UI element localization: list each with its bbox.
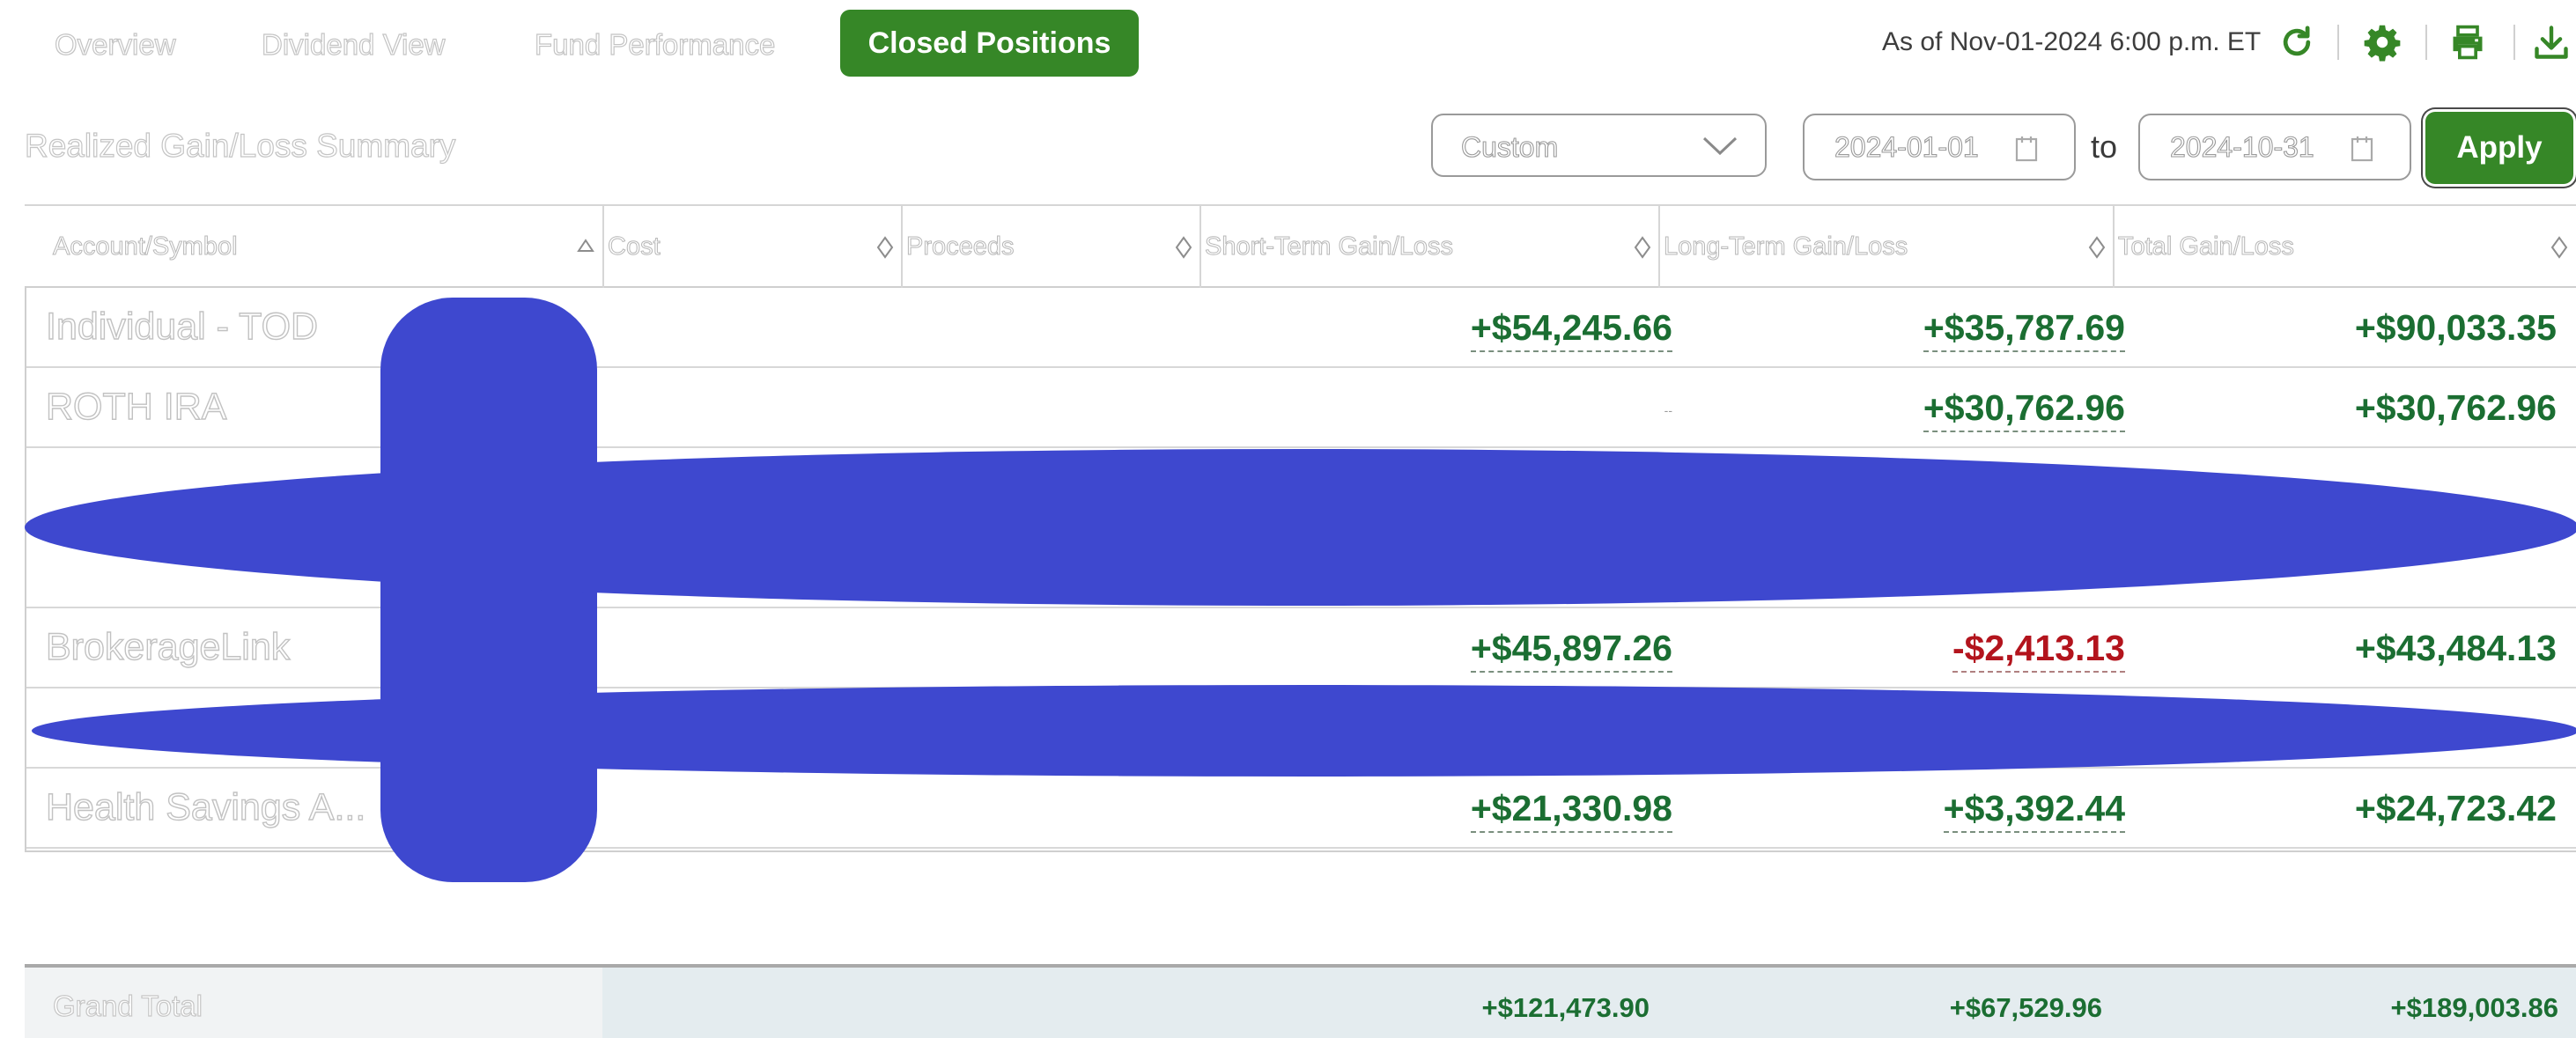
column-header-label: Long-Term Gain/Loss <box>1663 232 1908 261</box>
calendar-icon[interactable] <box>2014 135 2039 163</box>
short-term-value[interactable]: +$54,245.66 <box>1470 307 1672 352</box>
long-term-value[interactable]: +$35,787.69 <box>1923 307 2125 352</box>
long-term-value[interactable]: +$3,392.44 <box>1943 788 2125 833</box>
print-button[interactable] <box>2443 18 2492 67</box>
redaction-mark <box>25 449 2576 606</box>
short-term-value[interactable]: +$21,330.98 <box>1470 788 1672 833</box>
column-header-label: Account/Symbol <box>53 232 239 261</box>
end-date-value: 2024-10-31 <box>2169 130 2314 163</box>
download-icon <box>2535 26 2568 59</box>
long-term-value[interactable]: -$2,413.13 <box>1952 628 2125 673</box>
redaction-mark <box>32 685 2576 777</box>
as-of-timestamp: As of Nov-01-2024 6:00 p.m. ET <box>1882 27 2262 56</box>
gear-icon <box>2364 25 2401 62</box>
tab-overview[interactable]: Overview <box>54 23 176 67</box>
table-header: Account/Symbol Cost Proceeds Short-Term … <box>25 204 2576 288</box>
column-header-account[interactable]: Account/Symbol <box>25 206 602 290</box>
grand-total-short-term: +$121,473.90 <box>1481 992 1650 1023</box>
column-divider <box>2113 204 2115 288</box>
column-header-short-term[interactable]: Short-Term Gain/Loss <box>1199 206 1658 290</box>
date-range-to-label: to <box>2091 129 2118 165</box>
column-divider <box>1199 204 1201 288</box>
total-value: +$90,033.35 <box>2354 307 2557 348</box>
column-header-long-term[interactable]: Long-Term Gain/Loss <box>1658 206 2113 290</box>
column-header-label: Short-Term Gain/Loss <box>1204 232 1454 261</box>
download-button[interactable] <box>2527 18 2576 67</box>
total-value: +$30,762.96 <box>2354 387 2557 428</box>
sort-icon <box>2088 236 2106 259</box>
tab-closed-positions[interactable]: Closed Positions <box>840 10 1139 77</box>
chevron-down-icon <box>1702 136 1738 156</box>
grand-total-total: +$189,003.86 <box>2390 992 2559 1023</box>
grand-total-label: Grand Total <box>52 989 203 1022</box>
column-divider <box>602 204 604 288</box>
column-header-label: Total Gain/Loss <box>2118 232 2295 261</box>
refresh-icon <box>2283 26 2311 56</box>
short-term-value: -- <box>1664 403 1672 417</box>
printer-icon <box>2453 25 2483 60</box>
short-term-value[interactable]: +$45,897.26 <box>1470 628 1672 673</box>
column-header-label: Proceeds <box>906 232 1015 261</box>
toolbar-divider <box>2337 25 2339 60</box>
column-header-cost[interactable]: Cost <box>602 206 901 290</box>
account-name[interactable]: Individual - TOD <box>45 305 319 349</box>
period-select[interactable]: Custom <box>1431 114 1767 177</box>
sort-ascending-icon <box>577 239 594 252</box>
refresh-button[interactable] <box>2272 18 2321 67</box>
sort-icon <box>876 236 894 259</box>
calendar-icon[interactable] <box>2350 135 2374 163</box>
column-divider <box>1658 204 1660 288</box>
period-select-value: Custom <box>1460 130 1559 163</box>
account-name[interactable]: Health Savings A... <box>45 785 366 829</box>
sort-icon <box>2550 236 2568 259</box>
start-date-input[interactable]: 2024-01-01 <box>1803 114 2076 180</box>
column-header-proceeds[interactable]: Proceeds <box>901 206 1199 290</box>
total-value: +$24,723.42 <box>2354 788 2557 828</box>
section-title: Realized Gain/Loss Summary <box>24 127 456 164</box>
apply-button[interactable]: Apply <box>2425 112 2573 184</box>
settings-button[interactable] <box>2358 18 2407 67</box>
grand-total-long-term: +$67,529.96 <box>1949 992 2102 1023</box>
sort-icon <box>1175 236 1192 259</box>
end-date-input[interactable]: 2024-10-31 <box>2138 114 2411 180</box>
long-term-value[interactable]: +$30,762.96 <box>1923 387 2125 432</box>
start-date-value: 2024-01-01 <box>1834 130 1979 163</box>
account-name[interactable]: ROTH IRA <box>45 385 227 429</box>
column-header-label: Cost <box>608 232 661 261</box>
total-value: +$43,484.13 <box>2354 628 2557 668</box>
toolbar-divider <box>2425 25 2427 60</box>
tab-fund-performance[interactable]: Fund Performance <box>534 23 776 67</box>
sort-icon <box>1634 236 1651 259</box>
column-divider <box>901 204 903 288</box>
toolbar-divider <box>2513 25 2515 60</box>
tab-dividend-view[interactable]: Dividend View <box>261 23 446 67</box>
column-header-total[interactable]: Total Gain/Loss <box>2113 206 2576 290</box>
account-name[interactable]: BrokerageLink <box>45 625 291 669</box>
